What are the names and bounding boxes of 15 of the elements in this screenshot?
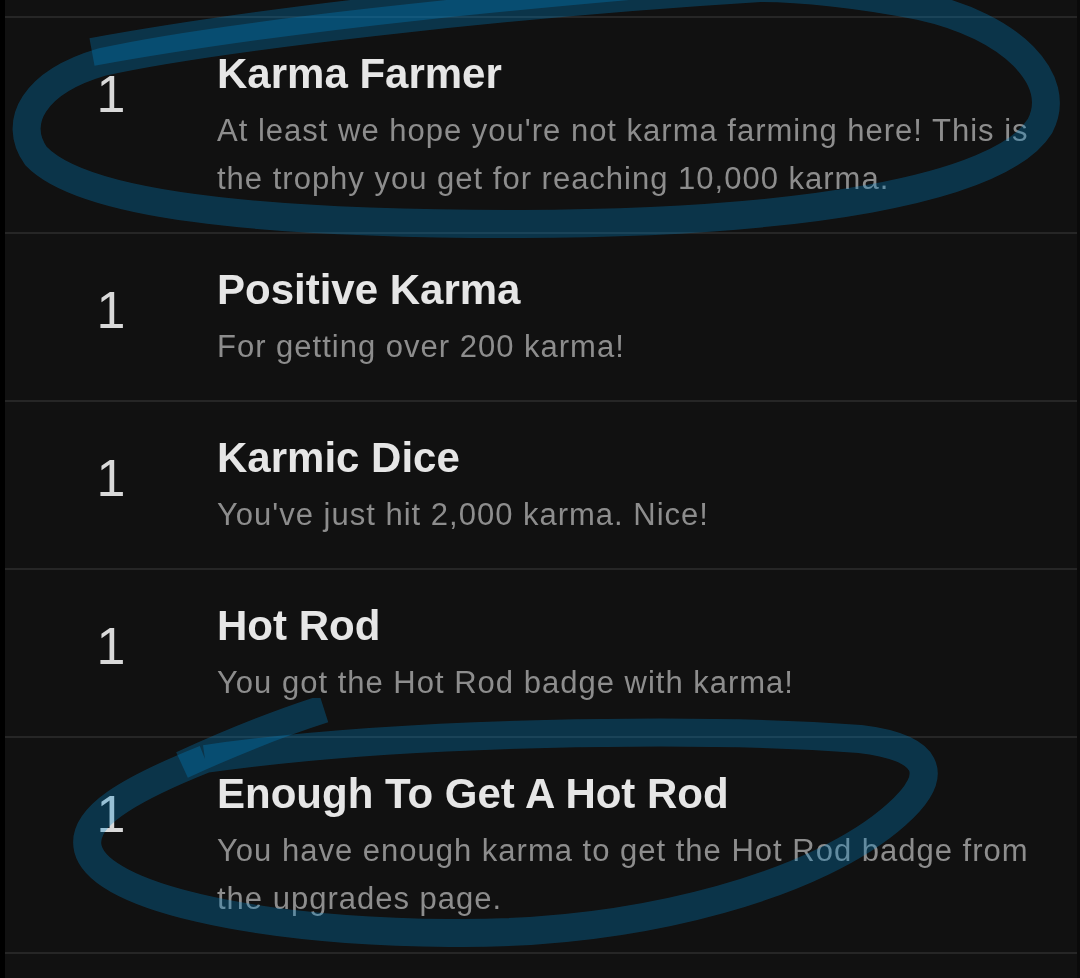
trophy-title: Hot Rod (217, 603, 382, 649)
trophy-title: Enough To Get A Hot Rod (217, 771, 730, 817)
trophy-count: 1 (95, 620, 127, 677)
trophy-title: Karma Farmer (217, 51, 503, 97)
trophy-count: 1 (95, 788, 127, 845)
trophy-count: 1 (95, 452, 127, 509)
trophy-count: 1 (95, 284, 127, 341)
trophy-description: At least we hope you're not karma farming here! This is the trophy you get for reaching 10,000 karma. (217, 112, 1030, 198)
trophy-title: Karmic Dice (217, 435, 461, 481)
trophy-title: Positive Karma (217, 267, 522, 313)
trophy-description: You got the Hot Rod badge with karma! (217, 664, 795, 702)
trophy-count: 1 (95, 68, 127, 125)
trophy-description: For getting over 200 karma! (217, 328, 626, 366)
trophy-description: You have enough karma to get the Hot Rod badge from the upgrades page. (217, 832, 1030, 918)
trophy-description: You've just hit 2,000 karma. Nice! (217, 496, 710, 534)
